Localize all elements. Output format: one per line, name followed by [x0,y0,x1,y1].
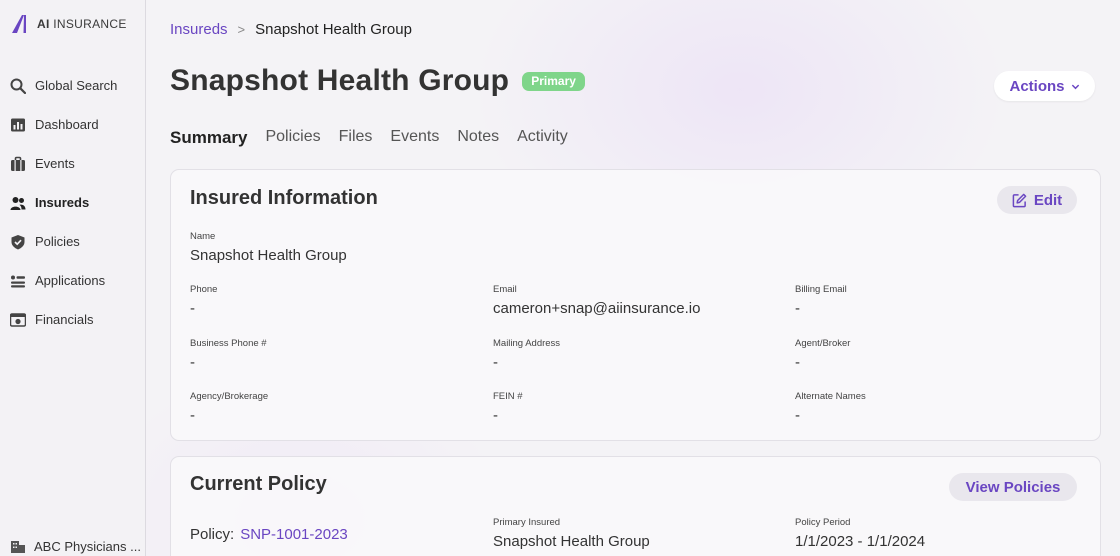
breadcrumb-insureds-link[interactable]: Insureds [170,21,228,38]
money-icon [10,312,26,328]
field-business-phone: Business Phone # - [190,338,267,371]
field-value: - [190,354,195,371]
sidebar-item-label: Applications [35,273,106,288]
sidebar-item-financials[interactable]: Financials [0,300,146,339]
field-label: Name [190,231,216,242]
actions-button[interactable]: Actions [994,71,1095,101]
field-value: - [190,407,195,424]
field-mailing-address: Mailing Address - [493,338,560,371]
shield-icon [10,234,26,250]
field-value: - [795,300,800,317]
building-icon [10,538,26,554]
field-policy-period: Policy Period 1/1/2023 - 1/1/2024 [795,517,925,550]
policy-number-link[interactable]: SNP-1001-2023 [240,526,348,543]
field-email: Email cameron+snap@aiinsurance.io [493,284,700,317]
brand-name: AI INSURANCE [37,17,127,31]
field-agent-broker: Agent/Broker - [795,338,850,371]
field-agency-brokerage: Agency/Brokerage - [190,391,268,424]
status-badge: Primary [522,71,585,91]
sidebar: AI INSURANCE Global Search Dashboard Eve… [0,0,146,556]
field-label: Agent/Broker [795,338,851,349]
sidebar-item-label: Insureds [35,195,90,210]
briefcase-icon [10,156,26,172]
title-row: Snapshot Health Group Primary [170,64,585,98]
brand-logo[interactable]: AI INSURANCE [11,14,127,34]
field-label: Phone [190,284,218,295]
field-value: Snapshot Health Group [493,533,650,550]
field-label: Agency/Brokerage [190,391,269,402]
sidebar-nav: Global Search Dashboard Events Insureds … [0,66,146,339]
field-label: FEIN # [493,391,523,402]
view-policies-label: View Policies [965,478,1061,496]
field-label: Billing Email [795,284,847,295]
field-value: - [493,407,498,424]
field-label: Primary Insured [493,517,561,528]
sidebar-item-global-search[interactable]: Global Search [0,66,146,105]
edit-label: Edit [1033,191,1063,209]
edit-icon [1012,193,1027,207]
tab-bar: Summary Policies Files Events Notes Acti… [170,128,586,148]
field-value: - [190,300,195,317]
organization-name: ABC Physicians ... [34,538,141,554]
organization-switcher[interactable]: ABC Physicians ... [10,538,141,554]
field-value: - [795,354,800,371]
view-policies-button[interactable]: View Policies [949,473,1077,501]
field-primary-insured: Primary Insured Snapshot Health Group [493,517,650,550]
field-phone: Phone - [190,284,217,317]
sidebar-item-dashboard[interactable]: Dashboard [0,105,146,144]
tab-events[interactable]: Events [390,128,439,148]
logo-icon [12,15,26,33]
tab-summary[interactable]: Summary [170,128,247,148]
sidebar-item-label: Dashboard [35,117,99,132]
breadcrumb: Insureds > Snapshot Health Group [170,21,412,38]
policy-label: Policy: [190,526,235,543]
field-alternate-names: Alternate Names - [795,391,866,424]
field-label: Mailing Address [493,338,561,349]
tab-notes[interactable]: Notes [457,128,499,148]
sidebar-item-insureds[interactable]: Insureds [0,183,146,222]
field-billing-email: Billing Email - [795,284,847,317]
sidebar-item-label: Events [35,156,75,171]
edit-button[interactable]: Edit [997,186,1077,214]
field-value: 1/1/2023 - 1/1/2024 [795,533,926,550]
chart-icon [10,117,26,133]
card-title: Insured Information [190,187,378,209]
sidebar-item-label: Policies [35,234,80,249]
sidebar-item-label: Financials [35,312,94,327]
field-fein: FEIN # - [493,391,523,424]
field-label: Business Phone # [190,338,267,349]
list-icon [10,273,26,289]
page-title: Snapshot Health Group [170,64,510,97]
field-name: Name Snapshot Health Group [190,231,347,264]
breadcrumb-current: Snapshot Health Group [255,21,412,38]
users-icon [10,195,26,211]
field-label: Policy Period [795,517,851,528]
insured-information-card: Insured Information Edit Name Snapshot H… [170,169,1101,441]
tab-policies[interactable]: Policies [265,128,320,148]
sidebar-item-events[interactable]: Events [0,144,146,183]
search-icon [10,78,26,94]
chevron-down-icon [1071,84,1079,89]
field-label: Email [493,284,517,295]
breadcrumb-separator: > [237,22,246,37]
sidebar-item-label: Global Search [35,78,118,93]
policy-number-row: Policy: SNP-1001-2023 [190,526,348,543]
sidebar-item-applications[interactable]: Applications [0,261,146,300]
field-value: - [493,354,498,371]
current-policy-card: Current Policy View Policies Policy: SNP-… [170,456,1101,556]
actions-label: Actions [1009,77,1065,95]
field-value: Snapshot Health Group [190,247,347,264]
sidebar-item-policies[interactable]: Policies [0,222,146,261]
field-label: Alternate Names [795,391,866,402]
field-value: cameron+snap@aiinsurance.io [493,300,701,317]
card-title: Current Policy [190,473,327,495]
tab-files[interactable]: Files [339,128,373,148]
tab-activity[interactable]: Activity [517,128,568,148]
field-value: - [795,407,800,424]
